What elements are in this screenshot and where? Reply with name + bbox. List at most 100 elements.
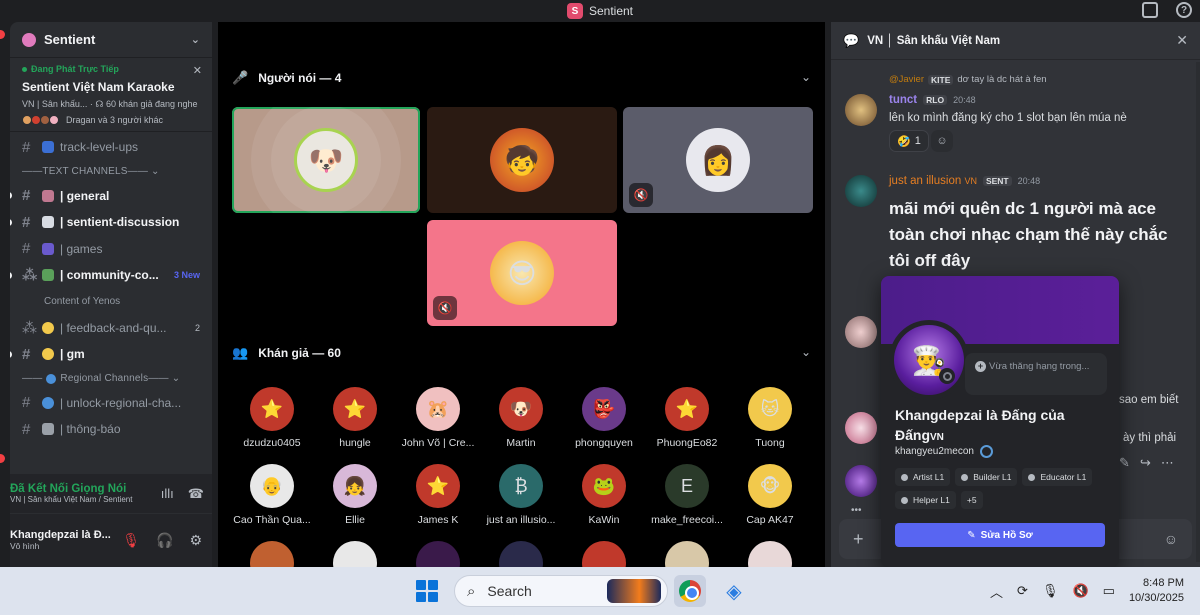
new-badge: 3 New <box>173 270 200 281</box>
battery-icon[interactable]: ▭ <box>1103 583 1115 599</box>
audience-member[interactable]: 🐸 KaWin <box>563 464 645 526</box>
audience-member[interactable] <box>231 541 313 567</box>
gamepad-icon <box>42 242 54 255</box>
audience-member[interactable]: 🐵 Cap AK47 <box>729 464 811 526</box>
notification-dot <box>0 454 5 463</box>
channel-item[interactable]: ⁂ | community-co... 3 New <box>10 262 212 289</box>
profile-avatar[interactable]: 👨‍🍳 <box>894 325 964 395</box>
live-stage-card[interactable]: Đang Phát Trực Tiếp ✕ Sentient Việt Nam … <box>10 58 212 132</box>
audience-member[interactable]: ⭐ dzudzu0405 <box>231 387 313 449</box>
avatar[interactable] <box>845 175 877 207</box>
edit-profile-button[interactable]: ✎ Sửa Hồ Sơ <box>895 523 1105 547</box>
reply-preview[interactable]: @Javier KITE dơ tay là dc hát à fen <box>889 74 1047 85</box>
sync-icon[interactable]: ⟳ <box>1017 583 1028 599</box>
headphones-icon[interactable]: 🎧 <box>156 532 173 549</box>
role-chip[interactable]: Artist L1 <box>895 468 951 486</box>
speaker-tile[interactable]: 🧒 <box>427 107 617 213</box>
scrollbar[interactable] <box>1196 62 1200 562</box>
voice-channel-label[interactable]: VN | Sân khấu Việt Nam / Sentient <box>10 495 132 504</box>
emoji-icon[interactable]: ☺ <box>1164 531 1178 547</box>
speaker-tile[interactable]: 🐶 <box>232 107 420 213</box>
audience-member[interactable] <box>729 541 811 567</box>
role-chip[interactable]: Helper L1 <box>895 491 956 509</box>
channel-item[interactable]: # | gm <box>10 341 212 368</box>
avatar[interactable] <box>845 465 877 497</box>
plus-icon[interactable]: + <box>853 529 864 550</box>
audience-member[interactable]: ⭐ PhuongEo82 <box>646 387 728 449</box>
close-icon[interactable]: ✕ <box>193 64 202 77</box>
chevron-down-icon[interactable]: ⌄ <box>801 70 811 84</box>
speaker-tile[interactable]: 😎 🔇 <box>427 220 617 326</box>
profile-display-name: Khangdepzai là Đấng của ĐấngVN <box>895 407 1065 443</box>
audience-member[interactable] <box>314 541 396 567</box>
category-text-channels[interactable]: —— TEXT CHANNELS —— ⌄ <box>10 161 212 183</box>
audience-member[interactable] <box>397 541 479 567</box>
chevron-down-icon[interactable]: ⌄ <box>191 33 200 46</box>
channel-item[interactable]: # | unlock-regional-cha... <box>10 390 212 417</box>
edit-icon[interactable]: ✎ <box>1119 455 1130 471</box>
clock[interactable]: 8:48 PM 10/30/2025 <box>1129 576 1184 606</box>
inbox-icon[interactable] <box>1142 2 1158 18</box>
server-header[interactable]: Sentient ⌄ <box>10 22 212 58</box>
audience-member[interactable]: 🐱 Tuong <box>729 387 811 449</box>
audience-member[interactable]: 🐹 John Võ | Cre... <box>397 387 479 449</box>
signal-icon[interactable]: ıllı <box>161 486 174 502</box>
role-chip[interactable]: Builder L1 <box>955 468 1018 486</box>
close-icon[interactable]: ✕ <box>1176 32 1188 49</box>
avatar[interactable] <box>845 316 877 348</box>
channel-item[interactable]: # track-level-ups <box>10 134 212 161</box>
category-regional[interactable]: —— Regional Channels —— ⌄ <box>10 368 212 390</box>
more-roles-chip[interactable]: +5 <box>960 491 983 509</box>
channel-item[interactable]: # | sentient-discussion <box>10 209 212 236</box>
avatar[interactable] <box>845 94 877 126</box>
audience-member[interactable]: ⭐ hungle <box>314 387 396 449</box>
add-reaction-icon[interactable]: ☺ <box>931 130 953 152</box>
audience-member[interactable] <box>646 541 728 567</box>
audience-member[interactable]: 👺 phongquyen <box>563 387 645 449</box>
audience-name: KaWin <box>588 514 620 526</box>
avatar <box>665 541 709 567</box>
avatar <box>333 541 377 567</box>
chrome-app[interactable] <box>674 575 706 607</box>
audience-member[interactable]: 👧 Ellie <box>314 464 396 526</box>
channel-item[interactable]: # | general <box>10 183 212 210</box>
role-chip[interactable]: Educator L1 <box>1022 468 1093 486</box>
channel-item[interactable]: # | games <box>10 236 212 263</box>
disconnect-icon[interactable]: ☎ <box>188 486 204 502</box>
help-icon[interactable]: ? <box>1176 2 1192 18</box>
volume-muted-icon[interactable]: 🔇 <box>1072 583 1088 599</box>
chevron-up-icon[interactable]: ︿ <box>990 582 1003 601</box>
audience-member[interactable]: ₿ just an illusio... <box>480 464 562 526</box>
speaker-tile[interactable]: 👩 🔇 <box>623 107 813 213</box>
avatar <box>416 541 460 567</box>
thread-item[interactable]: Content of Yenos <box>10 289 212 315</box>
audience-member[interactable]: 🐶 Martin <box>480 387 562 449</box>
taskbar-search[interactable]: ⌕ Search <box>454 575 668 607</box>
window-titlebar: S Sentient ? <box>0 0 1200 22</box>
voice-connected-label[interactable]: Đã Kết Nối Giọng Nói <box>10 483 132 495</box>
hypesquad-badge-icon[interactable] <box>979 445 993 458</box>
audience-member[interactable]: ⭐ James K <box>397 464 479 526</box>
reaction-button[interactable]: 🤣 1 <box>889 130 929 152</box>
audience-member[interactable]: 👴 Cao Thần Qua... <box>231 464 313 526</box>
audience-member[interactable] <box>563 541 645 567</box>
windows-start-icon[interactable] <box>416 580 438 602</box>
more-icon[interactable]: ⋯ <box>1161 455 1174 471</box>
gear-icon[interactable]: ⚙ <box>189 532 202 549</box>
channel-item[interactable]: # | thông-báo <box>10 416 212 443</box>
chevron-down-icon[interactable]: ⌄ <box>801 345 811 359</box>
user-name[interactable]: Khangdepzai là Đ... <box>10 529 111 541</box>
copilot-app[interactable]: ◈ <box>718 575 750 607</box>
avatar: 🐹 <box>416 387 460 431</box>
microphone-icon[interactable]: 🎙 <box>1042 583 1059 599</box>
avatar[interactable] <box>845 412 877 444</box>
avatar: 👧 <box>333 464 377 508</box>
channel-item[interactable]: ⁂ | feedback-and-qu... 2 <box>10 315 212 342</box>
audience-name: just an illusio... <box>486 514 556 526</box>
reply-icon[interactable]: ↪ <box>1140 455 1151 471</box>
audience-member[interactable] <box>480 541 562 567</box>
newspaper-icon <box>42 423 54 436</box>
mic-muted-icon[interactable]: 🎙 <box>122 532 140 549</box>
custom-status-note[interactable]: + Vừa thăng hạng trong... <box>965 353 1107 395</box>
audience-member[interactable]: Emake_freecoi... <box>646 464 728 526</box>
